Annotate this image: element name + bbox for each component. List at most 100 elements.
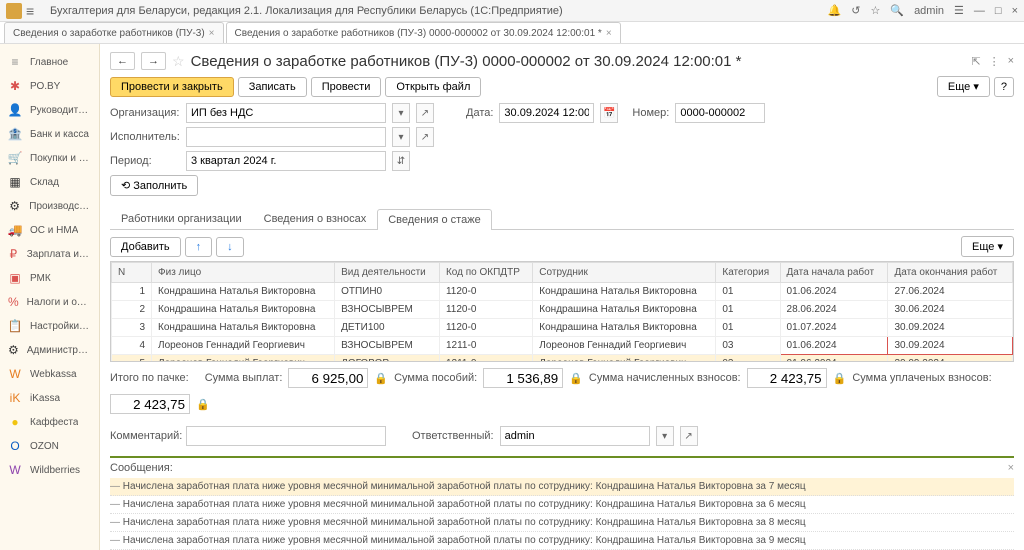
- close-tab-icon[interactable]: ×: [606, 28, 612, 39]
- executor-input[interactable]: [186, 127, 386, 147]
- nav-fwd[interactable]: →: [141, 52, 166, 70]
- executor-open-icon[interactable]: ↗: [416, 127, 434, 147]
- move-up-button[interactable]: ↑: [185, 237, 213, 257]
- star-icon[interactable]: ☆: [172, 53, 185, 70]
- search-icon[interactable]: 🔍: [890, 4, 904, 17]
- close-app-icon[interactable]: ×: [1012, 5, 1018, 17]
- sum-paid-input[interactable]: [110, 394, 190, 414]
- sidebar-item[interactable]: ●Каффеста: [0, 410, 99, 434]
- sidebar-item[interactable]: ⚙Администрирование: [0, 338, 99, 362]
- sidebar-item[interactable]: OOZON: [0, 434, 99, 458]
- app-title: Бухгалтерия для Беларуси, редакция 2.1. …: [50, 5, 828, 17]
- table-row[interactable]: 2Кондрашина Наталья ВикторовнаВЗНОСЫВРЕМ…: [112, 301, 1013, 319]
- period-spinner-icon[interactable]: ⇵: [392, 151, 410, 171]
- messages-close-icon[interactable]: ×: [1008, 462, 1014, 474]
- org-open-icon[interactable]: ↗: [416, 103, 434, 123]
- table-more-button[interactable]: Еще ▾: [961, 236, 1014, 257]
- close-doc-icon[interactable]: ×: [1008, 55, 1014, 68]
- calendar-icon[interactable]: 📅: [600, 103, 618, 123]
- doc-tab[interactable]: Сведения о заработке работников (ПУ-3) 0…: [226, 22, 621, 43]
- close-tab-icon[interactable]: ×: [209, 28, 215, 39]
- favorite-icon[interactable]: ☆: [870, 4, 880, 17]
- message-item[interactable]: Начислена заработная плата ниже уровня м…: [110, 496, 1014, 514]
- sidebar-item[interactable]: ⚙Производство: [0, 194, 99, 218]
- sidebar-item[interactable]: WWebkassa: [0, 362, 99, 386]
- nav-back[interactable]: ←: [110, 52, 135, 70]
- sidebar-item[interactable]: ✱РО.BY: [0, 74, 99, 98]
- column-header[interactable]: Дата начала работ: [780, 263, 888, 283]
- period-label: Период:: [110, 155, 180, 167]
- number-input[interactable]: [675, 103, 765, 123]
- sidebar-item[interactable]: %Налоги и отчетность: [0, 290, 99, 314]
- message-item[interactable]: Начислена заработная плата ниже уровня м…: [110, 514, 1014, 532]
- sum-pay-input[interactable]: [288, 368, 368, 388]
- seniority-table[interactable]: NФиз лицоВид деятельностиКод по ОКПДТРСо…: [111, 262, 1013, 362]
- column-header[interactable]: N: [112, 263, 152, 283]
- help-button[interactable]: ?: [994, 77, 1014, 97]
- sidebar-item[interactable]: ≡Главное: [0, 50, 99, 74]
- doc-tab[interactable]: Сведения о заработке работников (ПУ-3)×: [4, 22, 224, 43]
- post-close-button[interactable]: Провести и закрыть: [110, 77, 234, 97]
- sidebar-item[interactable]: WWildberries: [0, 458, 99, 482]
- bell-icon[interactable]: 🔔: [828, 4, 842, 17]
- sidebar-item[interactable]: 🛒Покупки и продажи: [0, 146, 99, 170]
- table-row[interactable]: 3Кондрашина Наталья ВикторовнаДЕТИ100112…: [112, 319, 1013, 337]
- column-header[interactable]: Дата окончания работ: [888, 263, 1013, 283]
- column-header[interactable]: Физ лицо: [152, 263, 335, 283]
- open-file-button[interactable]: Открыть файл: [385, 77, 481, 97]
- column-header[interactable]: Категория: [716, 263, 780, 283]
- tab[interactable]: Сведения о стаже: [377, 209, 492, 230]
- sidebar-icon: ≡: [8, 55, 22, 69]
- responsible-open-icon[interactable]: ↗: [680, 426, 698, 446]
- post-button[interactable]: Провести: [311, 77, 382, 97]
- lock-icon: 🔒: [833, 372, 847, 385]
- responsible-dropdown-icon[interactable]: ▾: [656, 426, 674, 446]
- move-down-button[interactable]: ↓: [216, 237, 244, 257]
- message-item[interactable]: Начислена заработная плата ниже уровня м…: [110, 532, 1014, 550]
- maximize-icon[interactable]: □: [995, 5, 1002, 17]
- executor-dropdown-icon[interactable]: ▾: [392, 127, 410, 147]
- settings-icon[interactable]: ☰: [954, 4, 964, 17]
- sidebar-item[interactable]: ▣РМК: [0, 266, 99, 290]
- fill-button[interactable]: ⟲ Заполнить: [110, 175, 198, 196]
- table-row[interactable]: 4Лореонов Геннадий ГеоргиевичВЗНОСЫВРЕМ1…: [112, 337, 1013, 355]
- column-header[interactable]: Вид деятельности: [335, 263, 440, 283]
- sidebar-label: РО.BY: [30, 81, 60, 92]
- column-header[interactable]: Код по ОКПДТР: [439, 263, 532, 283]
- sidebar-item[interactable]: ▦Склад: [0, 170, 99, 194]
- sidebar-label: Каффеста: [30, 417, 78, 428]
- message-item[interactable]: Начислена заработная плата ниже уровня м…: [110, 478, 1014, 496]
- column-header[interactable]: Сотрудник: [533, 263, 716, 283]
- org-dropdown-icon[interactable]: ▾: [392, 103, 410, 123]
- tab[interactable]: Работники организации: [110, 208, 253, 229]
- table-row[interactable]: 1Кондрашина Наталья ВикторовнаОТПИН01120…: [112, 283, 1013, 301]
- external-icon[interactable]: ⇱: [971, 55, 980, 68]
- org-input[interactable]: [186, 103, 386, 123]
- org-label: Организация:: [110, 107, 180, 119]
- hamburger-icon[interactable]: ≡: [26, 3, 42, 19]
- sidebar-icon: ⚙: [8, 199, 21, 213]
- options-icon[interactable]: ⋮: [989, 55, 1000, 68]
- sidebar-item[interactable]: 🏦Банк и касса: [0, 122, 99, 146]
- add-row-button[interactable]: Добавить: [110, 237, 181, 257]
- sidebar-item[interactable]: iKiKassa: [0, 386, 99, 410]
- sidebar-item[interactable]: ₽Зарплата и кадры: [0, 242, 99, 266]
- history-icon[interactable]: ↺: [851, 4, 860, 17]
- sidebar-item[interactable]: 👤Руководителю: [0, 98, 99, 122]
- save-button[interactable]: Записать: [238, 77, 307, 97]
- more-button[interactable]: Еще ▾: [937, 76, 990, 97]
- date-input[interactable]: [499, 103, 594, 123]
- table-row[interactable]: 5Лореонов Геннадий ГеоргиевичДОГОВОР1211…: [112, 355, 1013, 363]
- responsible-input[interactable]: [500, 426, 650, 446]
- sum-ben-label: Сумма пособий:: [394, 372, 477, 384]
- sidebar-item[interactable]: 🚚ОС и НМА: [0, 218, 99, 242]
- minimize-icon[interactable]: —: [974, 5, 985, 17]
- sidebar-icon: ⚙: [8, 343, 19, 357]
- sum-ben-input[interactable]: [483, 368, 563, 388]
- sum-acc-input[interactable]: [747, 368, 827, 388]
- comment-input[interactable]: [186, 426, 386, 446]
- tab[interactable]: Сведения о взносах: [253, 208, 378, 229]
- user-name[interactable]: admin: [914, 5, 944, 17]
- sidebar-item[interactable]: 📋Настройки учета: [0, 314, 99, 338]
- period-input[interactable]: [186, 151, 386, 171]
